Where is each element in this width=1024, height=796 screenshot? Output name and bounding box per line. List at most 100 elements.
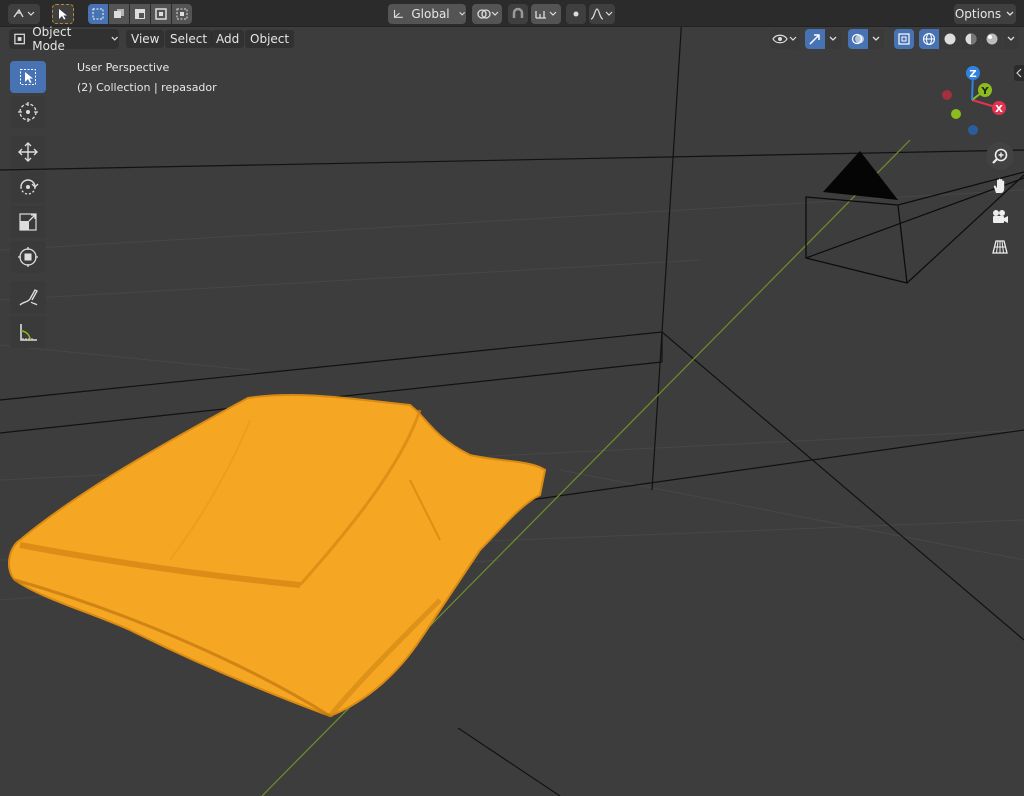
neg-z-axis-handle[interactable] [968,125,978,135]
gizmo-dropdown[interactable] [825,29,841,49]
select-intersect-icon [176,8,188,20]
magnet-icon [512,7,524,18]
mode-label: Object Mode [32,25,72,53]
menu-view[interactable]: View [126,30,165,48]
options-dropdown[interactable]: Options [954,4,1016,24]
snap-increment-icon [535,11,557,19]
3d-viewport[interactable] [0,0,1024,796]
select-intersect-button[interactable] [172,4,192,24]
tool-scale[interactable] [10,206,46,238]
video-camera-icon [993,210,1008,223]
scale-icon [19,213,37,231]
menu-add[interactable]: Add [211,30,245,48]
tool-select-box[interactable] [10,61,46,93]
z-axis-label: Z [969,69,976,80]
select-difference-button[interactable] [151,4,171,24]
select-subtract-button[interactable] [130,4,150,24]
neg-x-axis-handle[interactable] [942,90,952,100]
select-extend-icon [114,9,124,18]
tool-rotate[interactable] [10,171,46,203]
menu-object[interactable]: Object [245,30,295,48]
tool-transform[interactable] [10,241,46,273]
pan-button[interactable] [986,172,1014,200]
axis-orientation-icon [393,9,403,18]
chevron-down-icon [872,36,880,41]
link-icon [477,9,499,19]
y-axis-label: Y [980,86,989,97]
select-box-icon [20,69,36,85]
visibility-dropdown[interactable] [770,29,800,49]
snap-target-dropdown[interactable] [531,4,561,24]
solid-sphere-icon [944,33,956,45]
tool-header: Global Options [0,0,1024,27]
options-label: Options [954,7,1002,21]
shading-rendered-button[interactable] [982,29,1002,49]
chevron-down-icon [829,36,837,41]
transform-icon [18,247,38,267]
select-tool-button[interactable] [52,4,74,24]
proportional-dot-icon [573,11,579,17]
object-mode-dropdown[interactable]: Object Mode [9,25,119,53]
falloff-curve-icon [590,8,613,20]
x-axis-label: X [995,104,1003,115]
xray-toggle-group [894,29,914,49]
select-subtract-icon [135,9,145,19]
select-new-button[interactable] [88,4,108,24]
shading-material-button[interactable] [961,29,981,49]
pivot-point-dropdown[interactable] [472,4,502,24]
proportional-edit-toggle[interactable] [566,4,586,24]
gizmo-toggle[interactable] [805,29,825,49]
chevron-down-icon [111,36,118,41]
menu-select[interactable]: Select [165,30,213,48]
navigation-gizmo[interactable]: X Y Z [934,62,1014,142]
chevron-down-icon [1006,11,1014,16]
collection-label: (2) Collection | repasador [77,81,217,94]
tool-move[interactable] [10,136,46,168]
chevron-down-icon [458,11,465,16]
transform-pivot-button[interactable] [8,4,40,24]
xray-icon [898,33,910,45]
falloff-dropdown[interactable] [589,4,615,24]
3d-cursor-icon [18,102,38,122]
chevron-left-icon [1016,68,1022,78]
zoom-button[interactable] [986,142,1014,170]
pivot-icon [13,8,35,18]
gizmo-toggle-group [805,29,841,49]
eye-icon [772,34,797,44]
overlays-icon [851,33,864,45]
zoom-icon [992,148,1008,164]
select-difference-icon [155,8,167,20]
overlays-toggle[interactable] [848,29,868,49]
cursor-arrow-icon [59,9,67,20]
grid-perspective-icon [992,240,1008,254]
snap-toggle[interactable] [508,4,528,24]
rotate-icon [20,179,39,195]
move-arrows-icon [18,142,38,162]
select-extend-button[interactable] [109,4,129,24]
rendered-sphere-icon [986,33,998,45]
chevron-down-icon [1007,36,1015,41]
neg-y-axis-handle[interactable] [951,109,961,119]
camera-view-button[interactable] [986,203,1014,231]
sidebar-toggle[interactable] [1014,65,1024,81]
orientation-label: Global [411,7,450,21]
material-sphere-icon [965,33,977,45]
wireframe-sphere-icon [922,32,936,46]
tool-cursor[interactable] [10,96,46,128]
rect-select-icon [92,8,104,20]
perspective-toggle-button[interactable] [986,233,1014,261]
xray-toggle[interactable] [894,29,914,49]
tool-measure[interactable] [10,316,46,348]
shading-wireframe-button[interactable] [919,29,939,49]
shading-mode-group [919,29,1019,49]
overlays-dropdown[interactable] [868,29,884,49]
gizmo-arrow-icon [809,34,820,45]
shading-solid-button[interactable] [940,29,960,49]
perspective-label: User Perspective [77,61,170,74]
transform-orientation-dropdown[interactable]: Global [388,4,466,24]
shading-dropdown[interactable] [1003,29,1019,49]
tool-annotate[interactable] [10,281,46,313]
selection-mode-group [88,4,192,24]
overlay-toggle-group [848,29,884,49]
object-mode-icon [14,33,25,45]
